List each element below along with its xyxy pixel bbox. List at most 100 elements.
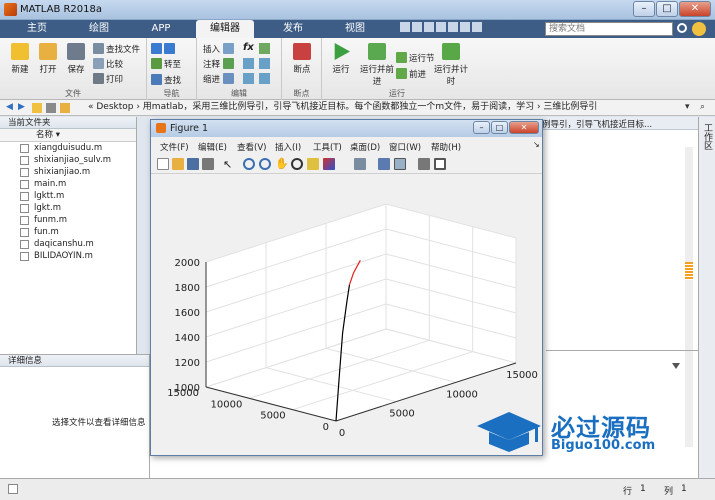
editor-tab-label[interactable]: 例导引，引导飞机接近目标... <box>542 118 652 130</box>
compare-button[interactable]: 比较 <box>93 58 123 70</box>
file-item[interactable]: shixianjiao.m <box>0 166 136 178</box>
m-file-icon <box>20 180 29 189</box>
wrap-comments-icon[interactable] <box>259 58 270 69</box>
figure-window[interactable]: Figure 1 – □ ✕ 文件(F) 编辑(E) 查看(V) 插入(I) 工… <box>150 119 543 456</box>
tab-editor[interactable]: 编辑器 <box>196 20 254 38</box>
folder-up-icon[interactable] <box>32 103 42 113</box>
menu-help[interactable]: 帮助(H) <box>431 141 461 153</box>
browse-folder-icon[interactable] <box>46 103 56 113</box>
command-window-menu-icon[interactable] <box>672 363 680 371</box>
pan-icon[interactable]: ✋ <box>275 157 289 170</box>
menu-edit[interactable]: 编辑(E) <box>198 141 227 153</box>
insert-button[interactable]: 插入 <box>203 43 236 55</box>
file-item[interactable]: main.m <box>0 178 136 190</box>
tab-plots[interactable]: 绘图 <box>70 20 128 38</box>
menu-file[interactable]: 文件(F) <box>160 141 189 153</box>
menu-view[interactable]: 查看(V) <box>237 141 266 153</box>
open-button[interactable]: 打开 <box>34 43 62 75</box>
print-figure-icon[interactable] <box>202 158 214 170</box>
hide-plot-tools-icon[interactable] <box>418 158 430 170</box>
run-section-button[interactable]: 运行节 <box>396 52 435 64</box>
menu-insert[interactable]: 插入(I) <box>275 141 301 153</box>
forward-arrow-icon[interactable]: ▶ <box>18 100 25 115</box>
show-plot-tools-icon[interactable] <box>434 158 446 170</box>
pointer-icon[interactable]: ↖ <box>223 158 232 171</box>
zoom-in-icon[interactable] <box>243 158 255 170</box>
save-button[interactable]: 保存 <box>62 43 90 75</box>
nav-back-forward[interactable] <box>151 43 177 55</box>
decrease-indent-icon[interactable] <box>243 73 254 84</box>
file-item[interactable]: xiangduisudu.m <box>0 142 136 154</box>
find-files-button[interactable]: 查找文件 <box>93 43 140 55</box>
new-figure-icon[interactable] <box>157 158 169 170</box>
editor-scrollbar[interactable] <box>685 147 693 447</box>
path-search-icon[interactable]: ⌕ <box>700 100 705 115</box>
run-and-time-button[interactable]: 运行并计时 <box>432 43 470 87</box>
figure-maximize-button[interactable]: □ <box>491 121 508 134</box>
run-and-advance-button[interactable]: 运行并前进 <box>360 43 394 87</box>
path-dropdown-icon[interactable]: ▾ <box>685 100 690 115</box>
increase-indent-icon[interactable] <box>259 73 270 84</box>
print-button[interactable]: 打印 <box>93 73 123 85</box>
search-icon[interactable] <box>677 23 687 33</box>
status-icon <box>8 484 18 494</box>
new-button[interactable]: 新建 <box>6 43 34 75</box>
edit-tool-icon[interactable] <box>259 43 270 54</box>
back-icon <box>151 43 162 54</box>
zoom-out-icon[interactable] <box>259 158 271 170</box>
breakpoints-button[interactable]: 断点 <box>286 43 318 75</box>
menu-window[interactable]: 窗口(W) <box>389 141 421 153</box>
tab-publish[interactable]: 发布 <box>264 20 322 38</box>
find-button[interactable]: 查找 <box>151 74 181 86</box>
menu-tools[interactable]: 工具(T) <box>313 141 342 153</box>
figure-title-bar: Figure 1 – □ ✕ <box>151 120 542 137</box>
run-group: 运行 运行并前进 运行节 前进 运行并计时 运行 <box>322 38 472 100</box>
figure-minimize-button[interactable]: – <box>473 121 490 134</box>
minimize-button[interactable]: – <box>633 1 655 17</box>
figure-close-button[interactable]: ✕ <box>509 121 539 134</box>
link-plot-icon[interactable] <box>354 158 366 170</box>
brush-icon[interactable] <box>323 158 335 170</box>
run-button[interactable]: 运行 <box>326 43 356 75</box>
search-documentation-input[interactable]: 搜索文档 <box>545 22 673 36</box>
back-arrow-icon[interactable]: ◀ <box>6 100 13 115</box>
insert-function-button[interactable]: fx <box>243 42 254 53</box>
maximize-button[interactable]: □ <box>656 1 678 17</box>
tab-apps[interactable]: APP <box>132 20 190 38</box>
file-item[interactable]: shixianjiao_sulv.m <box>0 154 136 166</box>
advance-button[interactable]: 前进 <box>396 68 426 80</box>
data-cursor-icon[interactable] <box>307 158 319 170</box>
run-icon <box>334 43 350 60</box>
ribbon-tabs: 主页 绘图 APP 编辑器 发布 视图 搜索文档 <box>0 20 715 38</box>
close-button[interactable]: ✕ <box>679 1 711 17</box>
comment-button[interactable]: 注释 <box>203 58 236 70</box>
file-item[interactable]: BILIDAOYIN.m <box>0 250 136 262</box>
file-item[interactable]: funm.m <box>0 214 136 226</box>
save-figure-icon[interactable] <box>187 158 199 170</box>
watermark-url: Biguo100.com <box>551 438 656 453</box>
m-file-icon <box>20 240 29 249</box>
navigate-group-label: 导航 <box>163 89 180 98</box>
file-name: lgktt.m <box>34 191 65 201</box>
figure-app-icon <box>156 123 166 133</box>
indent-button[interactable]: 缩进 <box>203 73 236 85</box>
file-item[interactable]: fun.m <box>0 226 136 238</box>
file-item[interactable]: lgktt.m <box>0 190 136 202</box>
notification-icon[interactable] <box>692 22 706 36</box>
current-path[interactable]: « Desktop › 用matlab，采用三维比例导引，引导飞机接近目标。每个… <box>88 100 597 115</box>
file-item[interactable]: lgkt.m <box>0 202 136 214</box>
figure-title: Figure 1 <box>170 123 209 134</box>
open-file-icon[interactable] <box>172 158 184 170</box>
tab-home[interactable]: 主页 <box>8 20 66 38</box>
file-item[interactable]: daqicanshu.m <box>0 238 136 250</box>
colorbar-icon[interactable] <box>378 158 390 170</box>
name-column-header[interactable]: 名称 ▾ <box>0 129 136 142</box>
menu-desktop[interactable]: 桌面(D) <box>350 141 380 153</box>
goto-button[interactable]: 转至 <box>151 58 181 70</box>
file-name: BILIDAOYIN.m <box>34 251 93 261</box>
legend-icon[interactable] <box>394 158 406 170</box>
uncomment-icon[interactable] <box>243 58 254 69</box>
tab-view[interactable]: 视图 <box>326 20 384 38</box>
rotate-3d-icon[interactable] <box>291 158 303 170</box>
dock-icon[interactable]: ↘ <box>533 140 540 149</box>
